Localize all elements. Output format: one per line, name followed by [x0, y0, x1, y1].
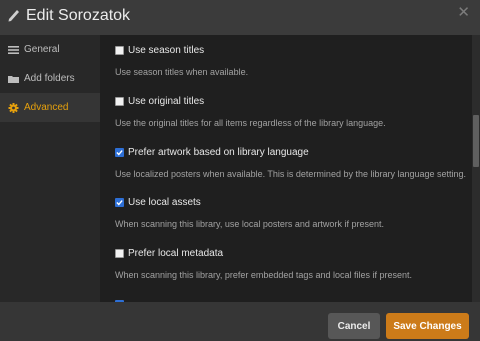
local-metadata-checkbox[interactable]: [115, 248, 124, 258]
option-description: Use localized posters when available. Th…: [115, 169, 467, 179]
option-use-local-assets: Use local assets When scanning this libr…: [115, 196, 384, 229]
option-description: Use the original titles for all items re…: [115, 118, 386, 128]
dialog-header: Edit Sorozatok ✕: [0, 0, 480, 35]
option-label: Use season titles: [128, 44, 205, 56]
prefer-artwork-checkbox[interactable]: [115, 147, 124, 157]
close-icon[interactable]: ✕: [457, 3, 470, 23]
option-use-original-titles: Use original titles Use the original tit…: [115, 95, 386, 128]
option-description: When scanning this library, use local po…: [115, 219, 384, 229]
checkmark-icon: [116, 199, 123, 205]
option-description: Use season titles when available.: [115, 67, 249, 77]
local-assets-checkbox[interactable]: [115, 197, 124, 207]
sidebar-item-advanced[interactable]: Advanced: [0, 93, 100, 122]
sidebar-item-label: Advanced: [24, 102, 69, 113]
season-titles-checkbox[interactable]: [115, 45, 124, 55]
option-row[interactable]: Use original titles: [115, 95, 386, 107]
sidebar-item-label: Add folders: [24, 73, 75, 84]
original-titles-checkbox[interactable]: [115, 96, 124, 106]
checkmark-icon: [116, 149, 123, 155]
option-label: Use local assets: [128, 196, 201, 208]
option-row[interactable]: Use local assets: [115, 196, 384, 208]
sidebar-item-general[interactable]: General: [0, 35, 100, 64]
option-prefer-artwork: Prefer artwork based on library language…: [115, 146, 466, 179]
option-label: Prefer local metadata: [128, 247, 224, 259]
option-row[interactable]: Prefer artwork based on library language: [115, 146, 466, 158]
sidebar: General Add folders Advanced: [0, 35, 100, 302]
dialog-title: Edit Sorozatok: [26, 7, 131, 24]
option-label: Use original titles: [128, 95, 205, 107]
gear-icon: [8, 102, 19, 113]
folder-icon: [8, 75, 19, 83]
sidebar-item-label: General: [24, 44, 60, 55]
pencil-icon: [8, 10, 19, 22]
cancel-button[interactable]: Cancel: [328, 313, 380, 339]
option-use-season-titles: Use season titles Use season titles when…: [115, 44, 248, 77]
option-row[interactable]: Use season titles: [115, 44, 248, 56]
option-label: Prefer artwork based on library language: [128, 146, 309, 158]
list-icon: [8, 45, 19, 54]
option-row[interactable]: Prefer local metadata: [115, 247, 412, 259]
dialog-footer: Cancel Save Changes: [0, 302, 480, 341]
sidebar-item-add-folders[interactable]: Add folders: [0, 64, 100, 93]
save-changes-button[interactable]: Save Changes: [386, 313, 469, 339]
option-description: When scanning this library, prefer embed…: [115, 270, 412, 280]
option-prefer-local-metadata: Prefer local metadata When scanning this…: [115, 247, 412, 280]
scrollbar[interactable]: [472, 35, 480, 302]
settings-panel: Use season titles Use season titles when…: [100, 35, 472, 302]
scrollbar-thumb[interactable]: [473, 115, 479, 167]
